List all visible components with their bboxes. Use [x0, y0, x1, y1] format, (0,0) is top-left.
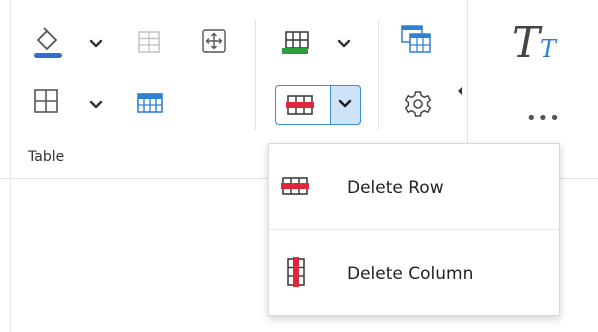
chevron-down-icon [89, 100, 103, 109]
gear-icon [404, 91, 432, 117]
shading-button[interactable] [30, 22, 66, 62]
paint-bucket-icon [34, 27, 62, 58]
collapse-arrow-icon[interactable] [455, 85, 465, 97]
menu-item-label: Delete Row [347, 178, 444, 198]
delete-row-icon [286, 95, 314, 115]
styles-glyph-small: T [540, 35, 557, 63]
table-layout-icon [401, 25, 431, 53]
styles-glyph-large: T [512, 18, 541, 67]
delete-dropdown-button[interactable] [330, 85, 361, 125]
delete-column-icon [287, 257, 305, 287]
insert-row-icon [282, 31, 309, 54]
group-separator [255, 20, 256, 130]
table-grid-disabled-icon [138, 31, 160, 53]
left-border [10, 0, 11, 332]
menu-item-delete-row[interactable]: Delete Row [269, 144, 559, 228]
more-options-button[interactable]: ••• [526, 108, 561, 129]
borders-button[interactable] [30, 85, 62, 117]
chevron-down-icon [338, 99, 352, 108]
table-properties-button[interactable] [134, 27, 164, 57]
move-table-button[interactable] [198, 25, 230, 57]
text-styles-button[interactable]: TT [512, 18, 556, 67]
insert-rows-button[interactable] [278, 26, 316, 60]
borders-dropdown-button[interactable] [86, 94, 106, 114]
insert-rows-dropdown-button[interactable] [334, 33, 354, 53]
delete-row-icon [281, 177, 309, 195]
insert-table-button[interactable] [134, 88, 166, 118]
chevron-down-icon [89, 39, 103, 48]
group-label-table: Table [28, 149, 65, 165]
table-settings-button[interactable] [400, 86, 436, 122]
borders-grid-icon [34, 89, 58, 113]
shading-dropdown-button[interactable] [86, 33, 106, 53]
menu-item-delete-column[interactable]: Delete Column [269, 230, 559, 314]
group-separator [378, 20, 379, 130]
blue-table-icon [137, 93, 163, 113]
move-arrows-icon [202, 29, 226, 53]
table-layout-button[interactable] [396, 20, 436, 60]
menu-item-label: Delete Column [347, 264, 474, 284]
chevron-down-icon [337, 39, 351, 48]
delete-dropdown-menu: Delete Row Delete Column [268, 143, 560, 316]
